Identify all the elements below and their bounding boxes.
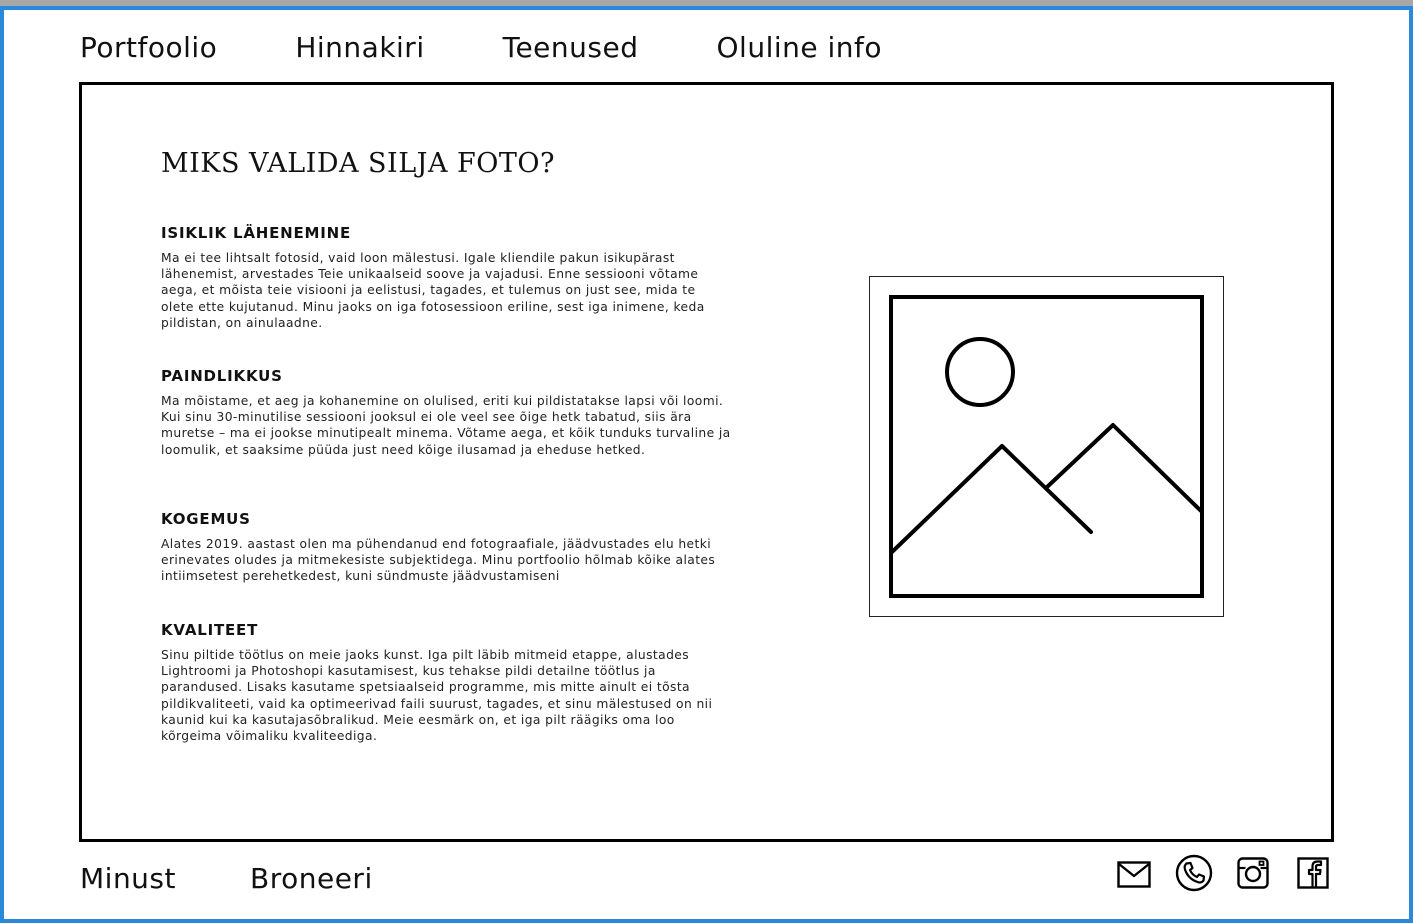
instagram-icon[interactable]: [1237, 857, 1269, 889]
nav-pricelist-link[interactable]: Hinnakiri: [295, 31, 424, 64]
nav-booking-link[interactable]: Broneeri: [250, 862, 373, 895]
section-text: Alates 2019. aastast olen ma pühendanud …: [161, 537, 716, 584]
section-text: Ma mõistame, et aeg ja kohanemine on olu…: [161, 394, 731, 457]
image-placeholder-icon: [869, 276, 1224, 617]
section-experience: KOGEMUS Alates 2019. aastast olen ma püh…: [161, 510, 731, 585]
bottom-nav: Minust Broneeri: [80, 858, 447, 898]
section-heading: PAINDLIKKUS: [161, 367, 283, 385]
section-heading: ISIKLIK LÄHENEMINE: [161, 224, 352, 242]
section-quality: KVALITEET Sinu piltide töötlus on meie j…: [161, 621, 731, 744]
nav-services-link[interactable]: Teenused: [503, 31, 639, 64]
section-heading: KOGEMUS: [161, 510, 251, 528]
nav-important-info-link[interactable]: Oluline info: [717, 31, 883, 64]
mail-icon[interactable]: [1117, 861, 1151, 889]
phone-icon[interactable]: [1175, 854, 1213, 892]
nav-about-link[interactable]: Minust: [80, 862, 176, 895]
section-flexibility: PAINDLIKKUS Ma mõistame, et aeg ja kohan…: [161, 367, 731, 458]
section-text: Ma ei tee lihtsalt fotosid, vaid loon mä…: [161, 251, 705, 330]
nav-portfolio-link[interactable]: Portfoolio: [80, 31, 217, 64]
top-nav: Portfoolio Hinnakiri Teenused Oluline in…: [80, 27, 960, 67]
page-title: MIKS VALIDA SILJA FOTO?: [161, 148, 556, 179]
facebook-icon[interactable]: [1297, 857, 1329, 889]
section-personal-approach: ISIKLIK LÄHENEMINE Ma ei tee lihtsalt fo…: [161, 224, 731, 331]
section-heading: KVALITEET: [161, 621, 259, 639]
section-text: Sinu piltide töötlus on meie jaoks kunst…: [161, 648, 713, 744]
